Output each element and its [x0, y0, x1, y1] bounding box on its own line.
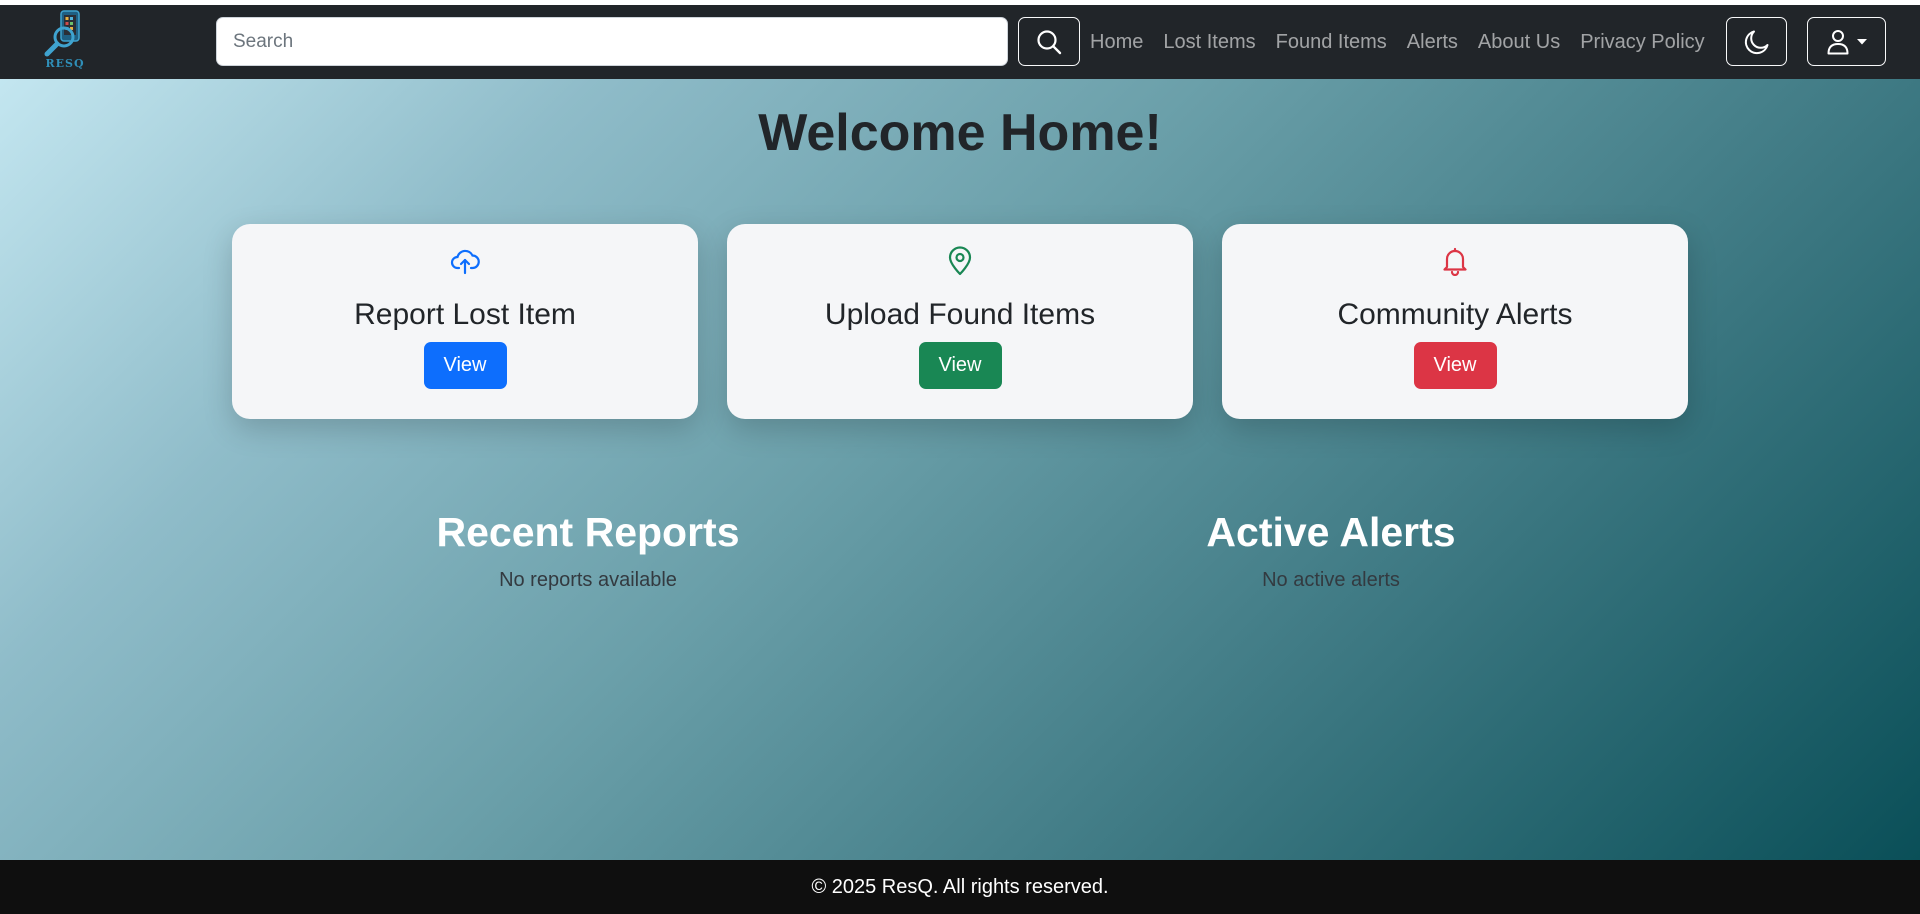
caret-down-icon	[1856, 38, 1867, 44]
brand-logo-text: RESQ	[45, 57, 85, 70]
navbar: RESQ Home Lost Items Found Items Alerts …	[0, 5, 1920, 79]
report-lost-item-view-button[interactable]: View	[423, 342, 507, 389]
bell-icon	[1440, 246, 1470, 276]
recent-reports-title: Recent Reports	[436, 509, 740, 555]
person-icon	[1827, 29, 1848, 54]
moon-icon	[1744, 30, 1768, 54]
card-title: Community Alerts	[1337, 298, 1573, 331]
resq-logo-icon	[44, 10, 80, 57]
brand-logo[interactable]: RESQ	[40, 9, 90, 75]
footer: © 2025 ResQ. All rights reserved.	[0, 860, 1920, 914]
community-alerts-card: Community Alerts View	[1222, 224, 1688, 419]
recent-reports-empty-text: No reports available	[499, 569, 677, 591]
map-pin-icon	[945, 246, 975, 276]
nav-link-privacy-policy[interactable]: Privacy Policy	[1570, 31, 1714, 54]
page-title: Welcome Home!	[758, 104, 1162, 162]
active-alerts-empty-text: No active alerts	[1262, 569, 1400, 591]
report-lost-item-card: Report Lost Item View	[232, 224, 698, 419]
card-title: Upload Found Items	[824, 298, 1096, 331]
nav-link-lost-items[interactable]: Lost Items	[1153, 31, 1265, 54]
upload-found-items-card: Upload Found Items View	[727, 224, 1193, 419]
cloud-upload-icon	[450, 246, 480, 276]
search-input[interactable]	[216, 17, 1008, 66]
active-alerts-title: Active Alerts	[1206, 509, 1456, 555]
nav-link-found-items[interactable]: Found Items	[1266, 31, 1397, 54]
main-content: Welcome Home! Report Lost Item View Uplo…	[0, 79, 1920, 860]
nav-links: Home Lost Items Found Items Alerts About…	[1080, 5, 1715, 79]
upload-found-items-view-button[interactable]: View	[918, 342, 1002, 389]
footer-copyright: © 2025 ResQ. All rights reserved.	[811, 875, 1109, 898]
search-button[interactable]	[1018, 17, 1080, 66]
user-menu-button[interactable]	[1807, 17, 1886, 66]
theme-toggle-button[interactable]	[1726, 17, 1787, 66]
nav-link-about-us[interactable]: About Us	[1468, 31, 1570, 54]
card-title: Report Lost Item	[354, 298, 576, 331]
nav-link-home[interactable]: Home	[1080, 31, 1153, 54]
nav-link-alerts[interactable]: Alerts	[1397, 31, 1468, 54]
search-icon	[1037, 29, 1062, 54]
community-alerts-view-button[interactable]: View	[1413, 342, 1497, 389]
